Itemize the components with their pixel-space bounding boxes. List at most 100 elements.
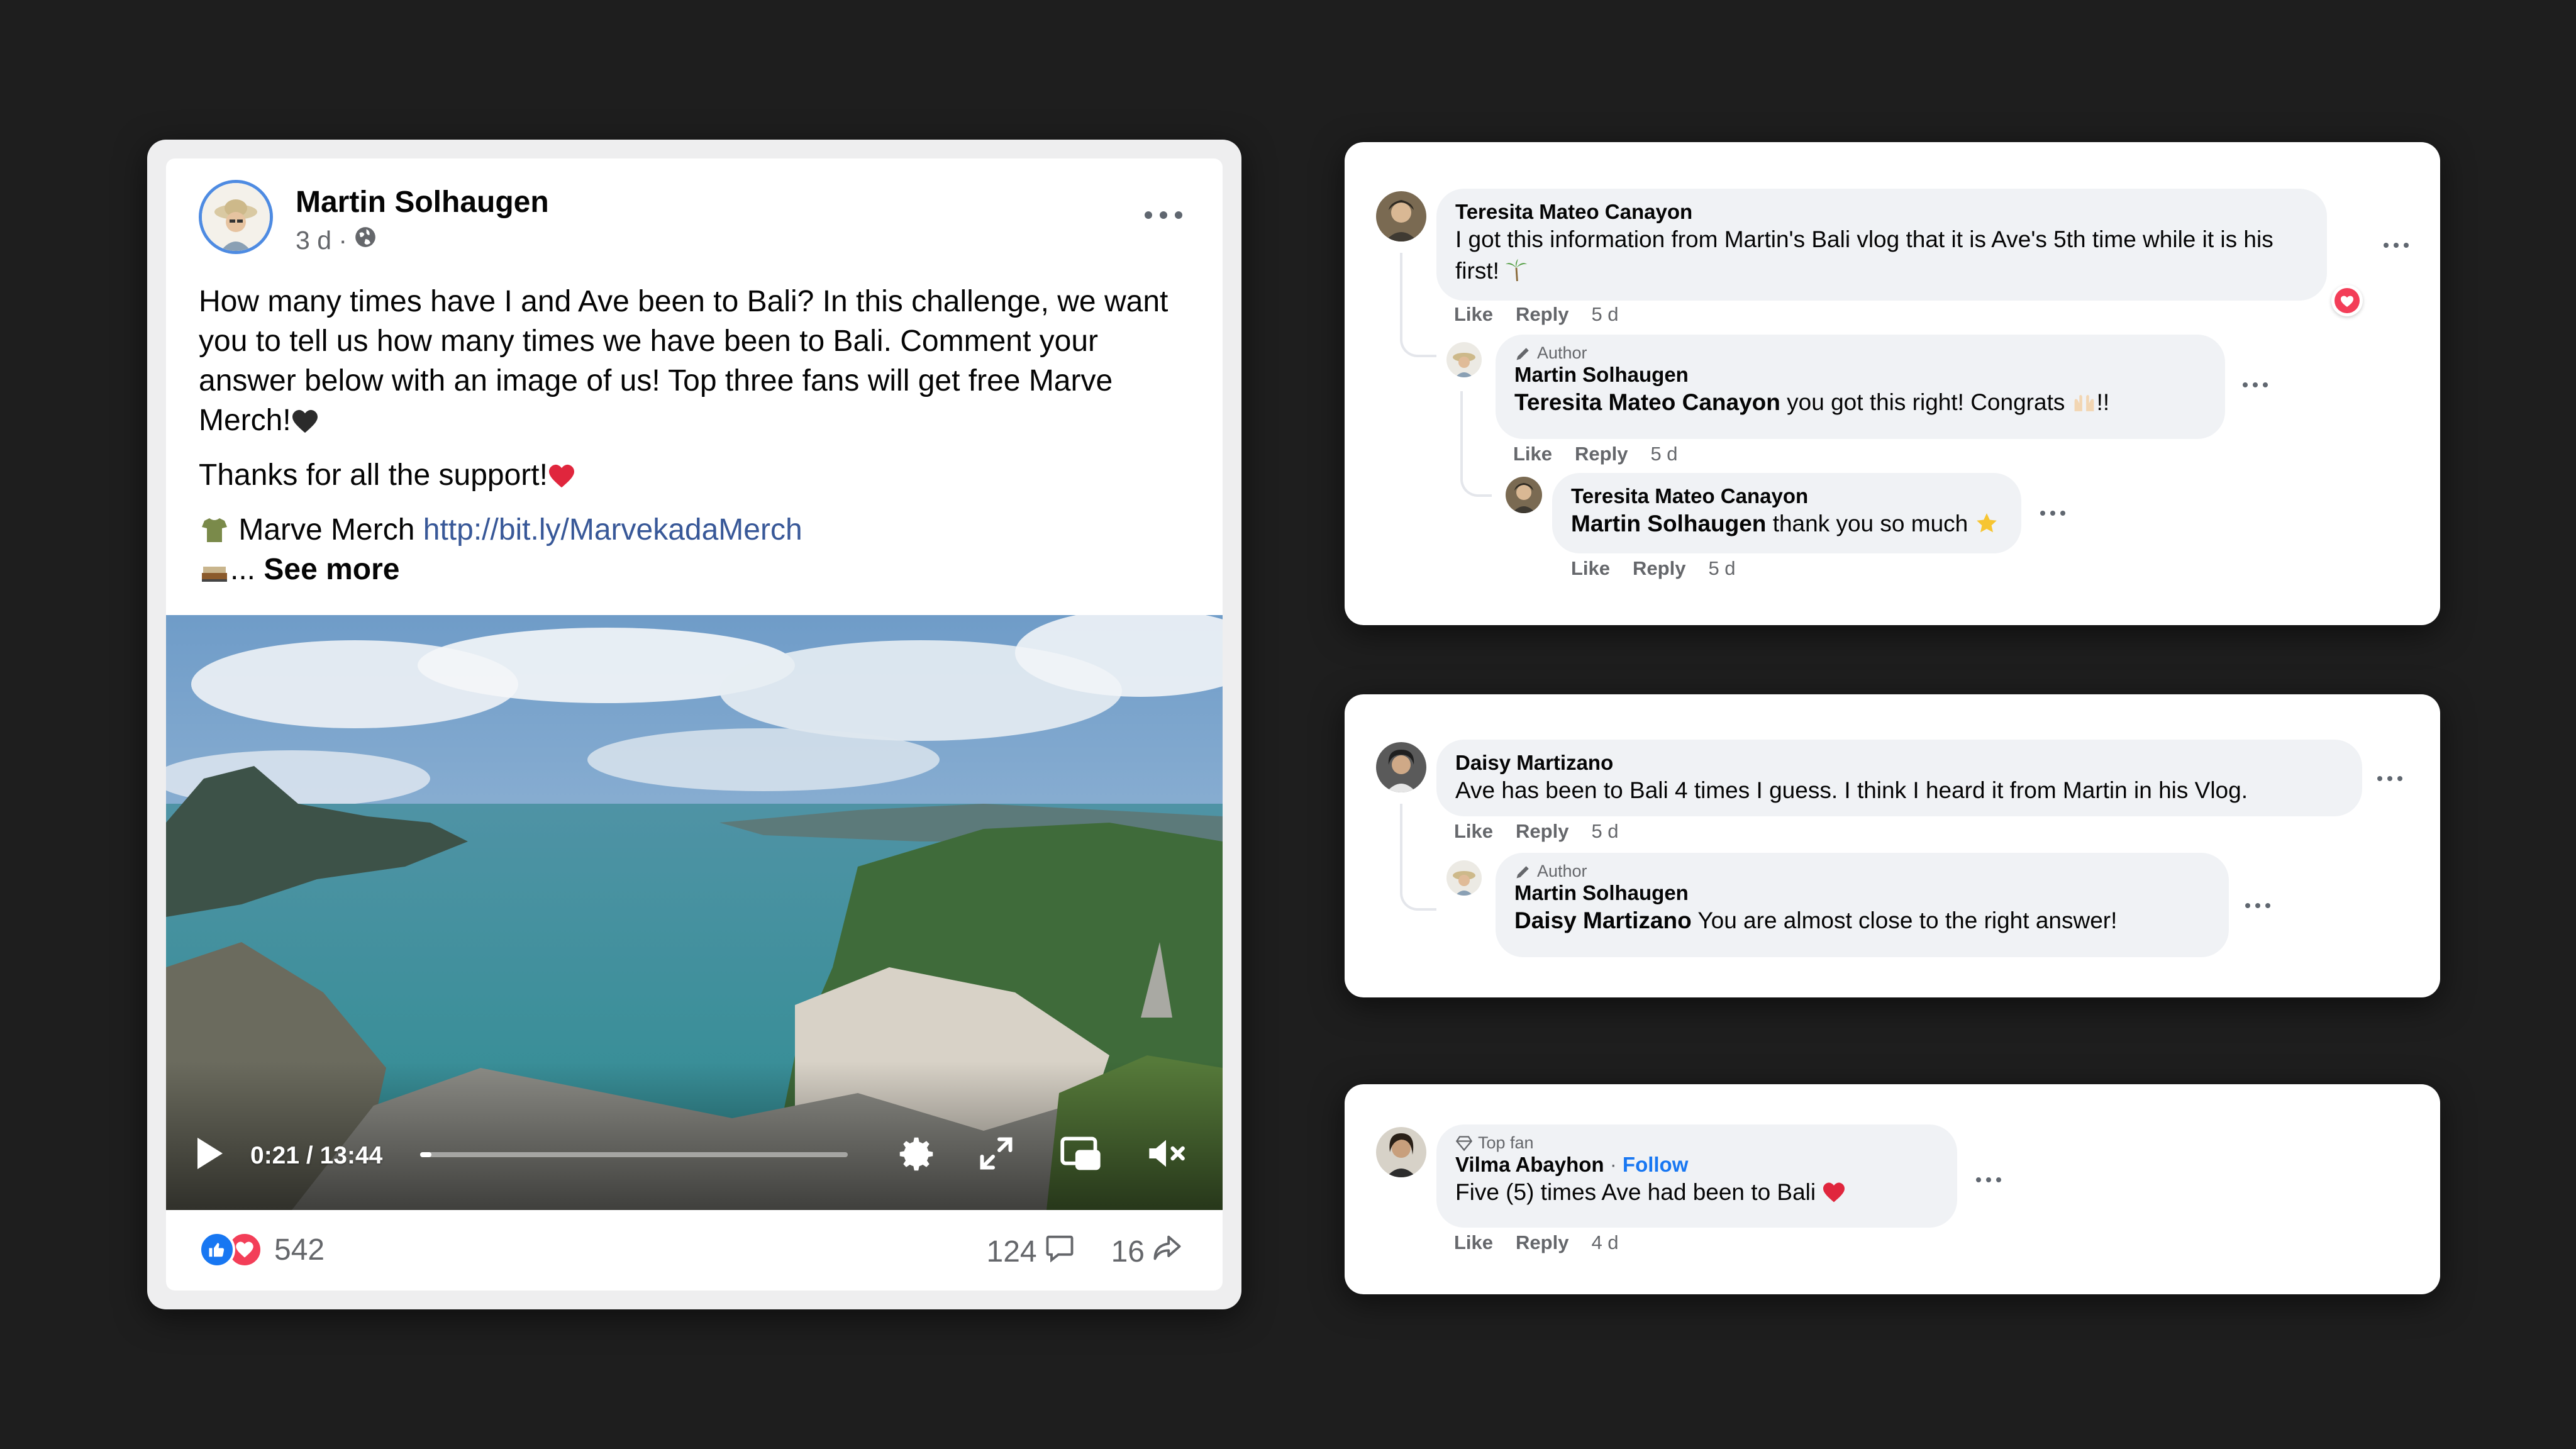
reply-options-icon[interactable] [2040, 509, 2065, 517]
separator: · [1609, 1153, 1617, 1176]
video-frame-image [166, 615, 1223, 1210]
post-author-name[interactable]: Martin Solhaugen [296, 185, 549, 219]
post-card: Martin Solhaugen 3 d · How many times ha… [166, 158, 1223, 1291]
reply-action[interactable]: Reply [1516, 820, 1568, 843]
post-options-icon[interactable] [1145, 203, 1182, 228]
like-action[interactable]: Like [1513, 443, 1552, 465]
author-reply-avatar[interactable] [1446, 860, 1482, 896]
comment-icon [1043, 1231, 1076, 1272]
replier-name[interactable]: Teresita Mateo Canayon [1571, 484, 2002, 508]
pencil-icon [1516, 865, 1529, 878]
play-icon[interactable] [194, 1135, 226, 1175]
ellipsis: ... [230, 553, 256, 586]
merch-label: Marve Merch [238, 513, 415, 547]
reply-action[interactable]: Reply [1516, 303, 1568, 326]
top-fan-badge: Top fan [1455, 1133, 1938, 1153]
commenter-avatar[interactable] [1376, 1127, 1426, 1177]
comment-actions: Like Reply 4 d [1454, 1231, 1619, 1254]
like-action[interactable]: Like [1454, 1231, 1493, 1254]
star-icon [1975, 511, 1999, 536]
mention[interactable]: Teresita Mateo Canayon [1514, 389, 1780, 415]
globe-icon [353, 225, 377, 255]
video-time: 0:21 / 13:44 [250, 1142, 383, 1169]
commenter-avatar[interactable] [1376, 191, 1426, 242]
pencil-icon [1516, 347, 1529, 360]
post-meta: 3 d · [296, 225, 377, 255]
author-reply-avatar[interactable] [1446, 342, 1482, 377]
mention[interactable]: Daisy Martizano [1514, 908, 1692, 933]
reply-actions: Like Reply 5 d [1571, 557, 1736, 580]
black-heart-icon [291, 404, 319, 437]
reply-action[interactable]: Reply [1633, 557, 1685, 580]
share-count[interactable]: 16 [1111, 1235, 1145, 1269]
commenter-avatar[interactable] [1376, 742, 1426, 792]
comment-time[interactable]: 5 d [1591, 303, 1618, 326]
comment-time[interactable]: 4 d [1591, 1231, 1618, 1254]
comment-time[interactable]: 5 d [1591, 820, 1618, 843]
commenter-reply-avatar[interactable] [1506, 477, 1542, 513]
comment-count[interactable]: 124 [987, 1235, 1037, 1269]
reply-time[interactable]: 5 d [1650, 443, 1677, 465]
comment-options-icon[interactable] [1976, 1176, 2001, 1184]
reply-text: Daisy Martizano You are almost close to … [1514, 908, 2118, 933]
comment-actions: Like Reply 5 d [1454, 820, 1619, 843]
merch-link[interactable]: http://bit.ly/MarvekadaMerch [423, 513, 802, 547]
engagement-stats: 124 16 [987, 1231, 1190, 1272]
comment-text: Ave has been to Bali 4 times I guess. I … [1455, 777, 2248, 803]
reply-options-icon[interactable] [2243, 381, 2268, 389]
settings-gear-icon[interactable] [894, 1132, 938, 1179]
commenter-name[interactable]: Vilma Abayhon [1455, 1153, 1604, 1176]
mention[interactable]: Martin Solhaugen [1571, 511, 1766, 536]
comment-options-icon[interactable] [2377, 775, 2402, 782]
comment-options-icon[interactable] [2384, 242, 2409, 249]
like-reaction-icon [199, 1231, 235, 1268]
mute-icon[interactable] [1143, 1133, 1189, 1177]
thread-line [1460, 391, 1492, 497]
post-body: How many times have I and Ave been to Ba… [199, 282, 1192, 589]
like-action[interactable]: Like [1571, 557, 1610, 580]
commenter-name[interactable]: Daisy Martizano [1455, 751, 2343, 775]
comment-actions: Like Reply 5 d [1454, 303, 1619, 326]
books-icon [199, 553, 230, 586]
author-avatar[interactable] [199, 180, 273, 254]
author-badge: Author [1514, 862, 2210, 881]
reply-action[interactable]: Reply [1575, 443, 1628, 465]
love-reaction-badge[interactable] [2331, 285, 2363, 316]
reaction-count: 542 [274, 1233, 325, 1267]
reply-actions: Like Reply 5 d [1513, 443, 1678, 465]
video-player[interactable]: 0:21 / 13:44 [166, 615, 1223, 1210]
replier-name[interactable]: Martin Solhaugen [1514, 881, 2210, 905]
see-more-link[interactable]: See more [264, 553, 399, 586]
like-action[interactable]: Like [1454, 820, 1493, 843]
picture-in-picture-icon[interactable] [1059, 1133, 1102, 1177]
reply-options-icon[interactable] [2245, 902, 2270, 909]
reactions-summary[interactable]: 542 [199, 1231, 325, 1268]
video-progress-bar[interactable] [420, 1152, 848, 1157]
post-footer: 542 124 16 [166, 1210, 1223, 1291]
reply-bubble: Teresita Mateo Canayon Martin Solhaugen … [1552, 473, 2021, 553]
comment-bubble: Top fan Vilma Abayhon · Follow Five (5) … [1436, 1124, 1957, 1228]
replier-name[interactable]: Martin Solhaugen [1514, 363, 2206, 387]
fullscreen-icon[interactable] [977, 1135, 1015, 1175]
reply-time[interactable]: 5 d [1708, 557, 1735, 580]
reply-action[interactable]: Reply [1516, 1231, 1568, 1254]
tshirt-icon [199, 513, 230, 547]
post-paragraph-2: Thanks for all the support! [199, 458, 548, 492]
thread-line [1400, 804, 1436, 911]
commenter-name[interactable]: Teresita Mateo Canayon [1455, 200, 2308, 224]
like-action[interactable]: Like [1454, 303, 1493, 326]
comment-text: Five (5) times Ave had been to Bali [1455, 1177, 1938, 1208]
commenter-name-line: Vilma Abayhon · Follow [1455, 1153, 1938, 1177]
reply-bubble: Author Martin Solhaugen Daisy Martizano … [1496, 853, 2229, 957]
post-paragraph-1: How many times have I and Ave been to Ba… [199, 285, 1169, 437]
comment-card-3: Top fan Vilma Abayhon · Follow Five (5) … [1345, 1084, 2440, 1294]
follow-link[interactable]: Follow [1623, 1153, 1688, 1176]
post-time[interactable]: 3 d · [296, 226, 347, 255]
reply-bubble: Author Martin Solhaugen Teresita Mateo C… [1496, 335, 2225, 439]
raised-hands-icon [2072, 389, 2097, 415]
author-badge: Author [1514, 343, 2206, 363]
comment-text: I got this information from Martin's Bal… [1455, 226, 2273, 284]
palm-tree-icon [1506, 258, 1528, 284]
comment-card-1: Teresita Mateo Canayon I got this inform… [1345, 142, 2440, 625]
thread-line [1400, 253, 1436, 357]
